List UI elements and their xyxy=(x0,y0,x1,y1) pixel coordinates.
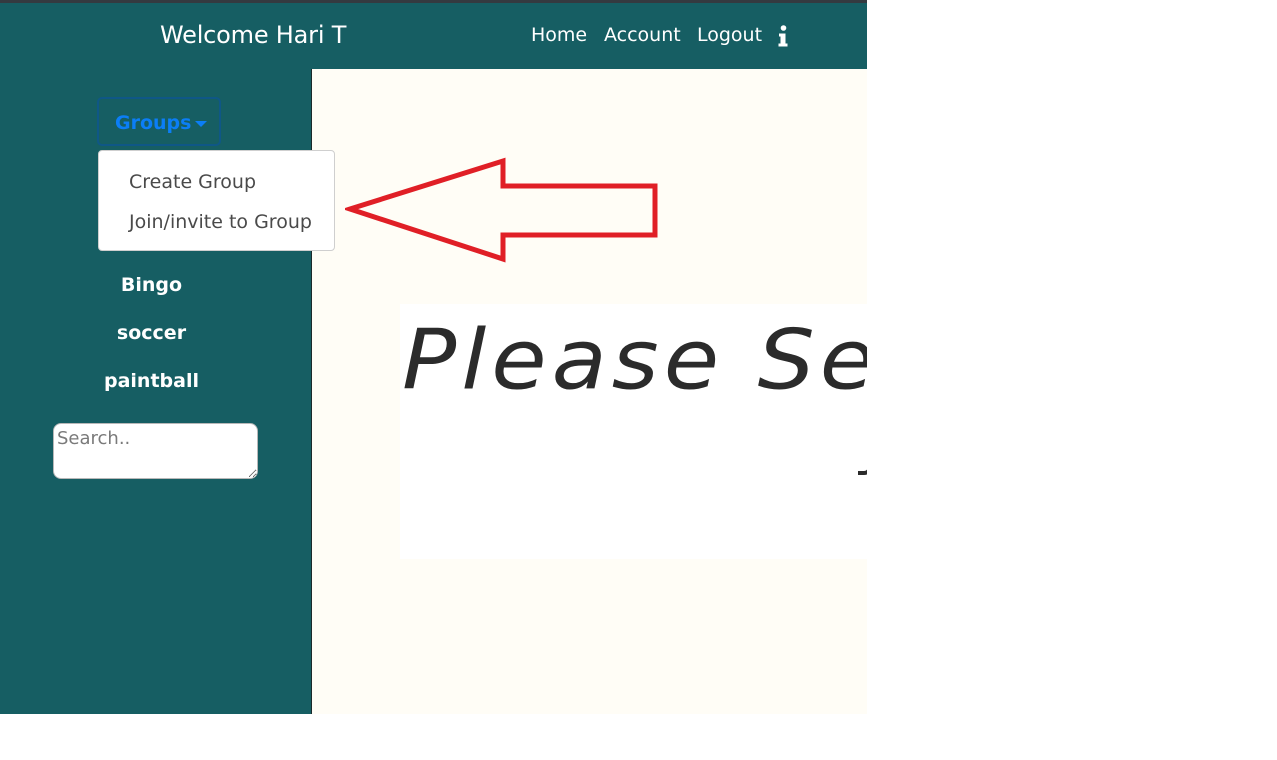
group-item-paintball[interactable]: paintball xyxy=(0,370,311,392)
join-invite-group-menu-item[interactable]: Join/invite to Group xyxy=(129,211,312,233)
select-group-prompt-text: Please Sele xyxy=(402,312,867,409)
annotation-arrow-icon xyxy=(345,157,658,263)
top-navbar: Welcome Hari T Home Account Logout xyxy=(0,3,867,69)
nav-home-link[interactable]: Home xyxy=(531,24,587,46)
group-search-input[interactable] xyxy=(53,423,258,479)
nav-account-link[interactable]: Account xyxy=(604,24,681,46)
groups-dropdown-button[interactable]: Groups xyxy=(97,97,221,146)
create-group-menu-item[interactable]: Create Group xyxy=(129,171,256,193)
group-item-bingo[interactable]: Bingo xyxy=(0,274,311,296)
info-icon[interactable] xyxy=(777,25,789,47)
groups-button-label: Groups xyxy=(115,112,192,134)
group-item-soccer[interactable]: soccer xyxy=(0,322,311,344)
nav-logout-link[interactable]: Logout xyxy=(697,24,762,46)
prompt-text-fragment xyxy=(858,459,867,475)
welcome-message: Welcome Hari T xyxy=(160,21,347,49)
select-group-prompt-image: Please Sele xyxy=(400,304,867,559)
app-window: Welcome Hari T Home Account Logout Group… xyxy=(0,0,867,714)
caret-down-icon xyxy=(195,121,207,127)
groups-dropdown-menu: Create Group Join/invite to Group xyxy=(98,150,335,251)
